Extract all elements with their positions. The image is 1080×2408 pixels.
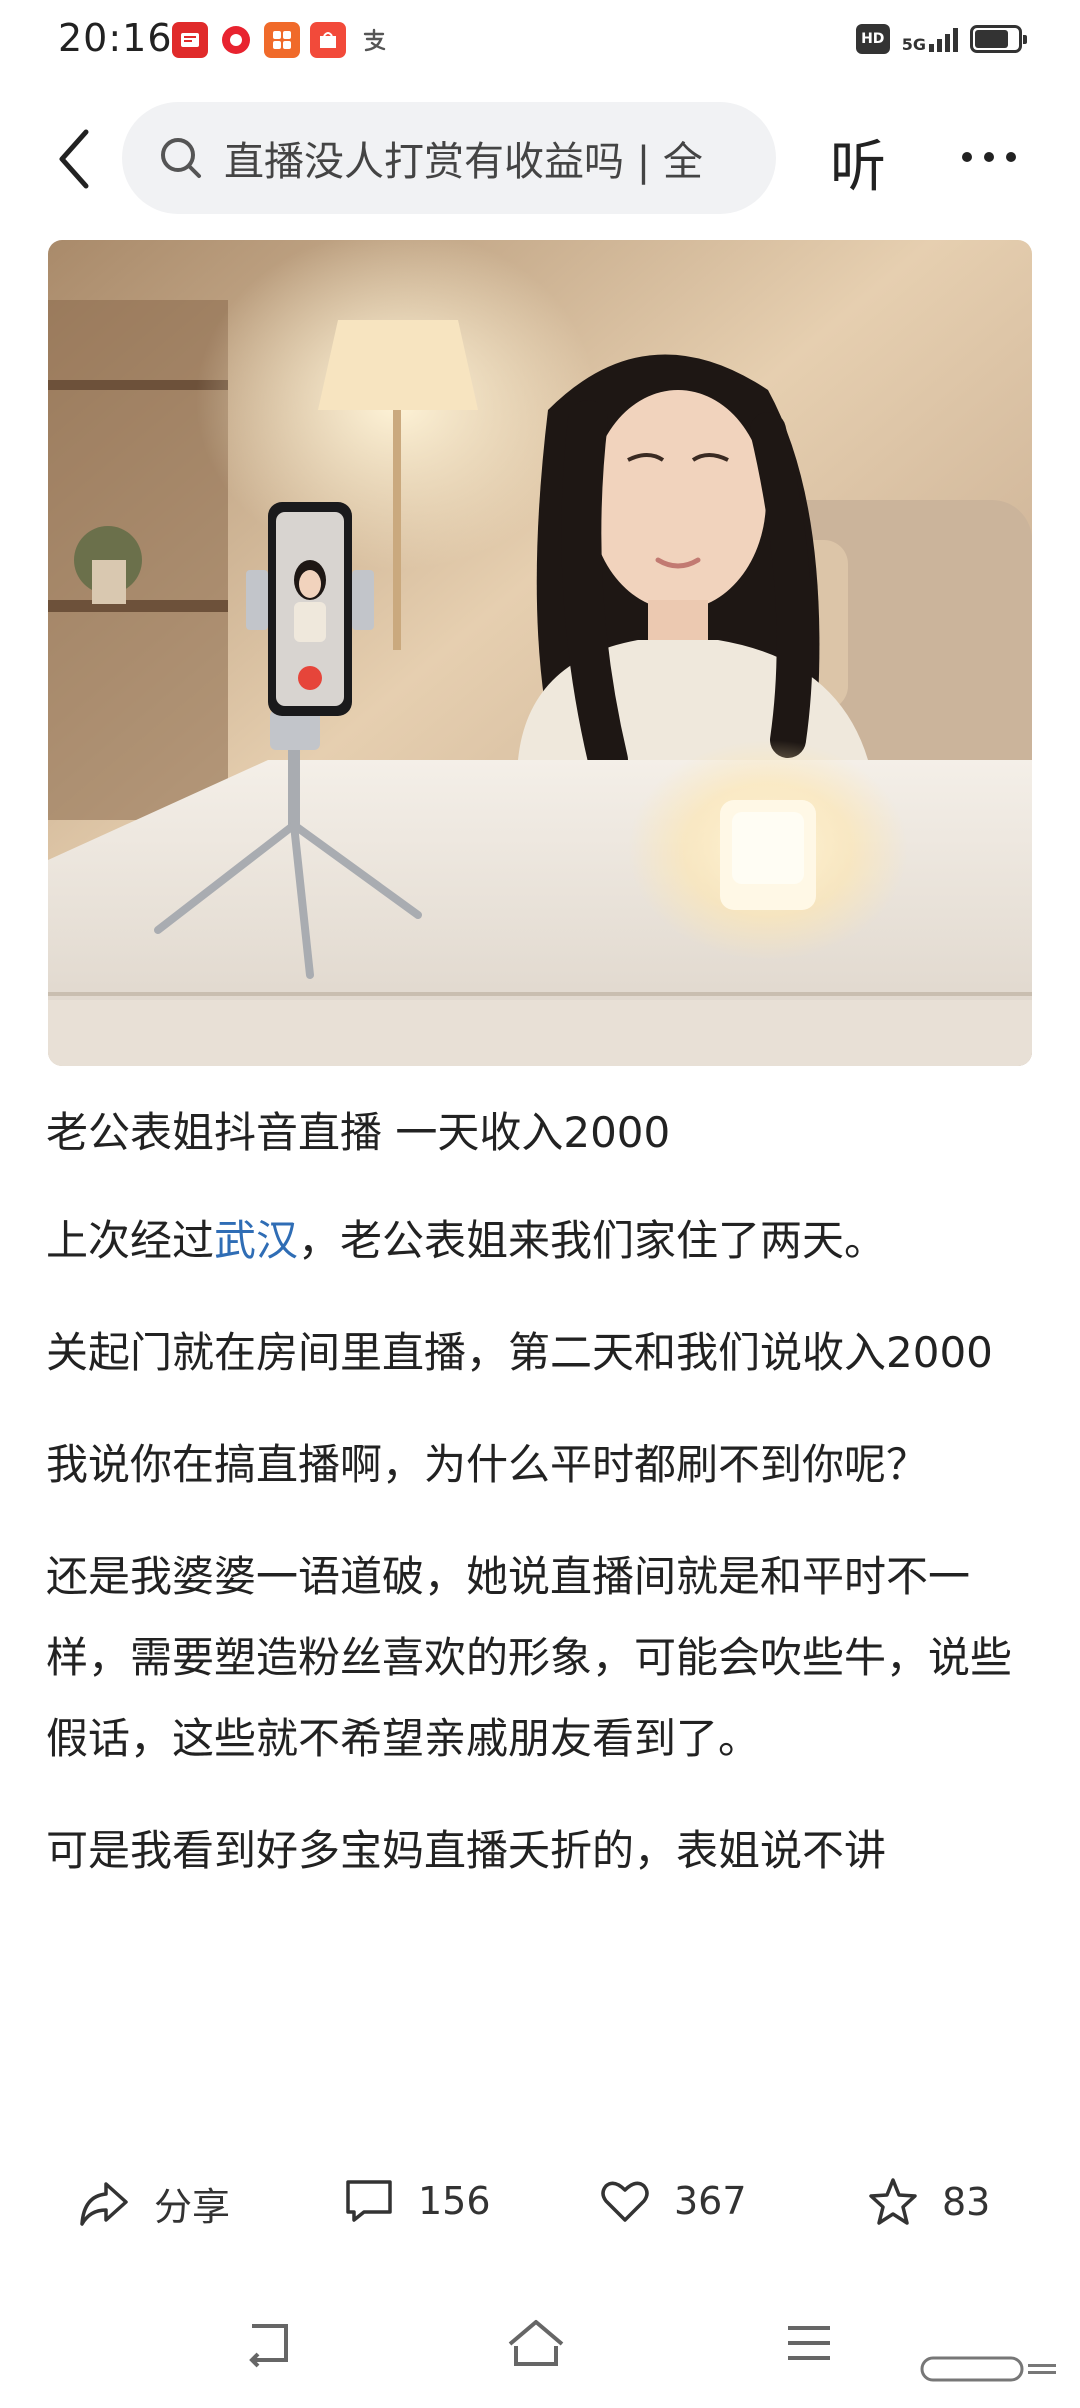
paragraph-1: 上次经过武汉，老公表姐来我们家住了两天。 (46, 1200, 1036, 1281)
share-icon (80, 2181, 128, 2226)
article-action-bar: 分享 156 367 83 (0, 2160, 1080, 2260)
video-app-notification-icon (218, 22, 254, 58)
network-type-label: 5G (901, 35, 926, 54)
article-body: 老公表姐抖音直播 一天收入2000 上次经过武汉，老公表姐来我们家住了两天。 关… (46, 1092, 1036, 1922)
paragraph-1-after: ，老公表姐来我们家住了两天。 (298, 1216, 887, 1265)
system-home-button[interactable] (506, 2318, 566, 2372)
paragraph-4: 还是我婆婆一语道破，她说直播间就是和平时不一样，需要塑造粉丝喜欢的形象，可能会吹… (46, 1552, 1013, 1763)
paragraph-5: 可是我看到好多宝妈直播夭折的，表姐说不讲 (46, 1826, 887, 1875)
share-label: 分享 (154, 2185, 231, 2229)
alipay-notification-icon (356, 22, 392, 58)
chevron-left-icon (59, 129, 89, 189)
battery-icon (970, 25, 1027, 53)
comment-count: 156 (418, 2179, 491, 2223)
signal-icon: 5G (901, 26, 958, 54)
news-app-notification-icon (172, 22, 208, 58)
search-icon (161, 138, 201, 178)
status-bar: 20:16 HD 5G (0, 0, 1080, 80)
heart-icon (601, 2181, 649, 2222)
favorite-count: 83 (942, 2180, 991, 2224)
more-options-icon[interactable] (962, 152, 1016, 162)
search-box[interactable]: 直播没人打赏有收益吗 | 全 (122, 102, 776, 214)
paragraph-3: 我说你在搞直播啊，为什么平时都刷不到你呢？ (46, 1440, 929, 1489)
shopping-app-notification-icon (264, 22, 300, 58)
comment-button[interactable]: 156 (342, 2176, 491, 2226)
back-button[interactable] (44, 124, 104, 194)
favorite-button[interactable]: 83 (866, 2176, 990, 2228)
window-handle-icon (920, 2356, 1056, 2382)
article-title: 老公表姐抖音直播 一天收入2000 (46, 1108, 671, 1157)
system-menu-button[interactable] (784, 2318, 834, 2372)
nav-home-icon (508, 2320, 564, 2366)
system-back-button[interactable] (244, 2318, 294, 2372)
listen-button[interactable]: 听 (830, 122, 886, 203)
deals-app-notification-icon (310, 22, 346, 58)
paragraph-2: 关起门就在房间里直播，第二天和我们说收入2000 (46, 1328, 993, 1377)
paragraph-1-before: 上次经过 (46, 1216, 215, 1265)
star-icon (869, 2178, 917, 2225)
floating-window-handle[interactable] (920, 2354, 1060, 2384)
top-bar: 直播没人打赏有收益吗 | 全 听 (0, 96, 1080, 220)
location-link-wuhan[interactable]: 武汉 (214, 1216, 298, 1265)
nav-back-icon (249, 2324, 288, 2368)
like-button[interactable]: 367 (598, 2176, 747, 2226)
search-query-text: 直播没人打赏有收益吗 | 全 (224, 139, 703, 185)
status-time: 20:16 (58, 16, 173, 60)
nav-menu-icon (788, 2326, 830, 2360)
hd-voice-icon: HD (855, 24, 890, 54)
system-navigation-bar (0, 2280, 1080, 2408)
comment-icon (346, 2180, 392, 2222)
article-hero-image[interactable] (48, 240, 1032, 1066)
share-button[interactable]: 分享 (76, 2176, 230, 2231)
like-count: 367 (674, 2179, 747, 2223)
